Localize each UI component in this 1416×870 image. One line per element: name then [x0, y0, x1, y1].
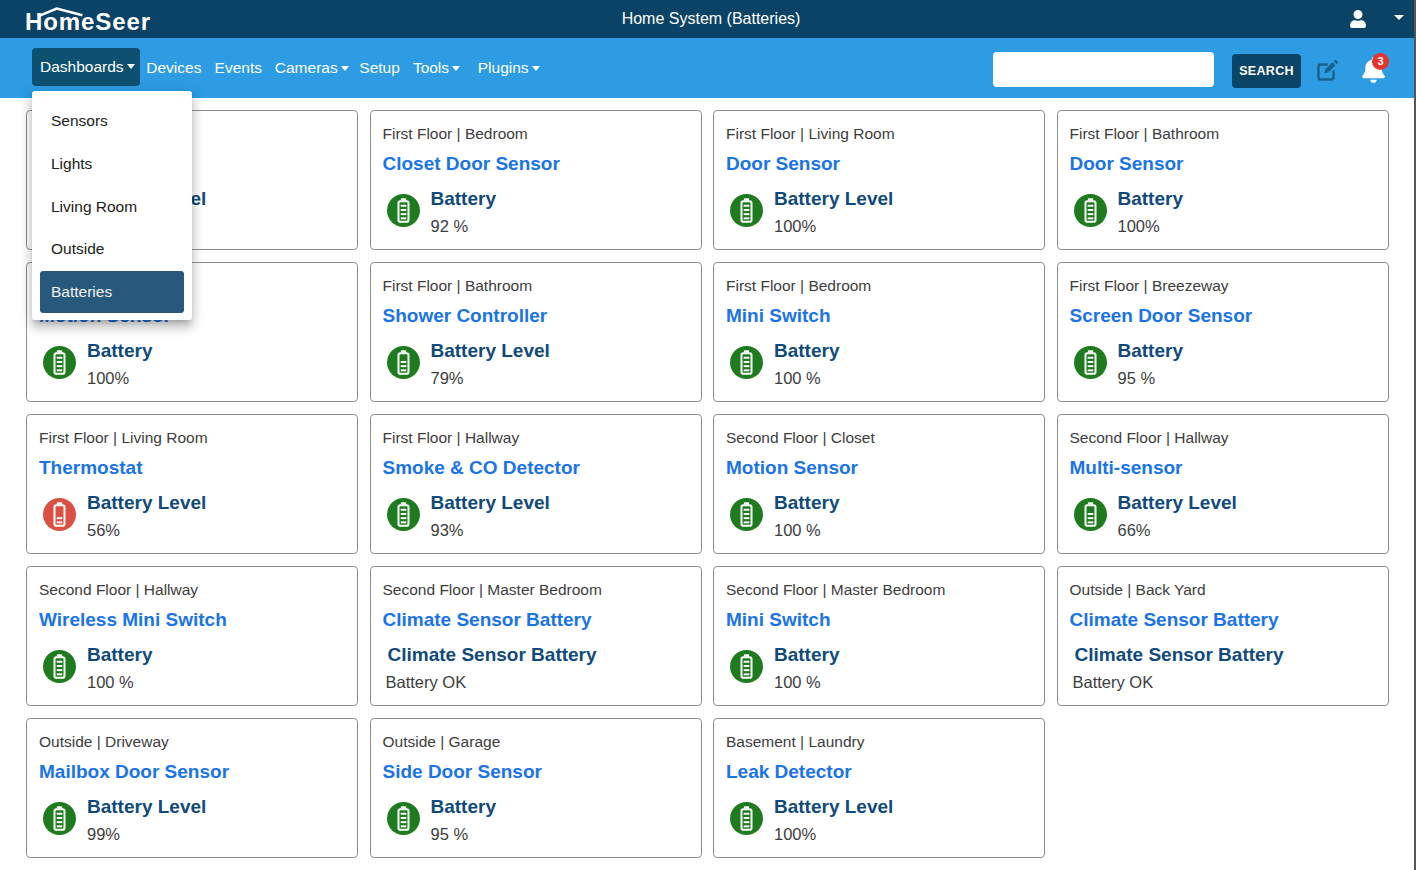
svg-text:HomeSeer: HomeSeer	[25, 8, 150, 35]
